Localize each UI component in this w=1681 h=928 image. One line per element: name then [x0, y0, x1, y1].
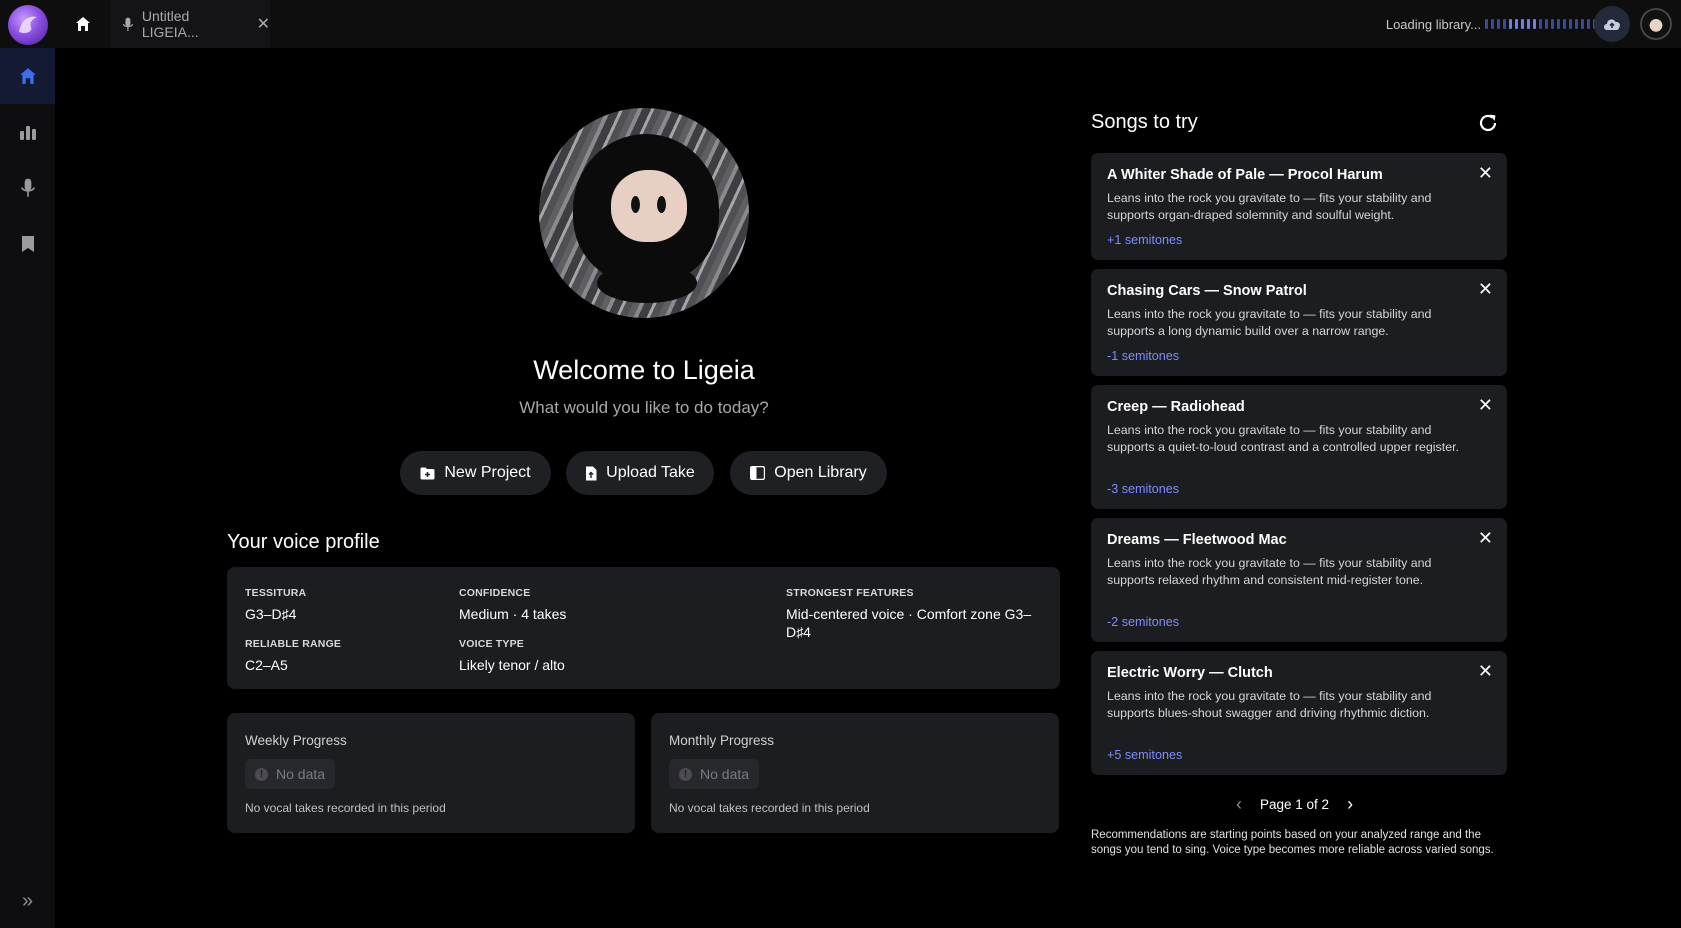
song-description: Leans into the rock you gravitate to — f…: [1107, 556, 1432, 587]
reliable-range-field: RELIABLE RANGE C2–A5: [245, 638, 342, 673]
open-library-label: Open Library: [774, 464, 867, 481]
song-title: A Whiter Shade of Pale — Procol Harum: [1107, 167, 1383, 183]
song-card[interactable]: Chasing Cars — Snow Patrol ✕ Leans into …: [1091, 269, 1507, 376]
strongest-features-field: STRONGEST FEATURES Mid-centered voice · …: [786, 587, 1032, 640]
song-card[interactable]: Dreams — Fleetwood Mac ✕ Leans into the …: [1091, 518, 1507, 642]
refresh-icon[interactable]: [1476, 111, 1500, 135]
song-description: Leans into the rock you gravitate to — f…: [1107, 689, 1432, 720]
welcome-subtitle: What would you like to do today?: [519, 398, 769, 417]
no-data-badge: ! No data: [669, 759, 760, 789]
voice-type-field: VOICE TYPE Likely tenor / alto: [459, 638, 565, 673]
song-description: Leans into the rock you gravitate to — f…: [1107, 307, 1432, 338]
dismiss-song-icon[interactable]: ✕: [1478, 661, 1493, 682]
page-indicator: Page 1 of 2: [1260, 797, 1330, 812]
file-upload-icon: [586, 466, 597, 480]
avatar-scarf: [597, 263, 697, 303]
upload-take-button[interactable]: Upload Take: [566, 451, 714, 495]
song-card[interactable]: A Whiter Shade of Pale — Procol Harum ✕ …: [1091, 153, 1507, 260]
close-tab-icon[interactable]: ✕: [257, 14, 270, 34]
bookmark-icon: [21, 236, 34, 252]
song-card[interactable]: Electric Worry — Clutch ✕ Leans into the…: [1091, 651, 1507, 775]
monthly-progress-card: Monthly Progress ! No data No vocal take…: [651, 713, 1059, 833]
home-tab[interactable]: [56, 0, 110, 48]
info-icon: !: [679, 767, 692, 781]
dismiss-song-icon[interactable]: ✕: [1478, 395, 1493, 416]
loading-status: Loading library...: [1385, 16, 1481, 32]
song-semitones[interactable]: -2 semitones: [1107, 615, 1179, 629]
sidebar-item-library[interactable]: [0, 216, 55, 272]
welcome-title: Welcome to Ligeia: [533, 355, 755, 385]
sidebar: »: [0, 48, 55, 928]
next-page-icon[interactable]: ›: [1347, 794, 1353, 815]
weekly-progress-note: No vocal takes recorded in this period: [245, 801, 446, 815]
no-data-badge: ! No data: [245, 759, 336, 789]
user-avatar[interactable]: [1640, 8, 1672, 40]
cloud-upload-icon: [1604, 19, 1620, 30]
folder-plus-icon: [420, 467, 435, 479]
song-semitones[interactable]: +1 semitones: [1107, 233, 1182, 247]
new-project-button[interactable]: New Project: [400, 451, 551, 495]
confidence-field: CONFIDENCE Medium · 4 takes: [459, 587, 567, 622]
tab-title: Untitled LIGEIA...: [141, 8, 199, 40]
song-semitones[interactable]: -3 semitones: [1107, 482, 1179, 496]
song-semitones[interactable]: +5 semitones: [1107, 748, 1182, 762]
home-icon: [76, 17, 90, 31]
ligeia-logo-icon: [19, 16, 37, 34]
open-library-button[interactable]: Open Library: [730, 451, 887, 495]
weekly-progress-title: Weekly Progress: [245, 733, 347, 748]
song-description: Leans into the rock you gravitate to — f…: [1107, 191, 1432, 222]
weekly-progress-card: Weekly Progress ! No data No vocal takes…: [227, 713, 635, 833]
monthly-progress-note: No vocal takes recorded in this period: [669, 801, 870, 815]
song-title: Dreams — Fleetwood Mac: [1107, 532, 1287, 548]
hero-avatar: [539, 108, 749, 318]
home-icon: [19, 68, 36, 84]
app-root: Untitled LIGEIA... ✕ Loading library...: [0, 0, 1681, 928]
info-icon: !: [255, 767, 268, 781]
previous-page-icon[interactable]: ‹: [1236, 794, 1242, 815]
pagination: ‹ Page 1 of 2 ›: [1236, 794, 1353, 815]
dismiss-song-icon[interactable]: ✕: [1478, 279, 1493, 300]
bar-chart-icon: [19, 126, 36, 140]
top-bar: Untitled LIGEIA... ✕ Loading library...: [0, 0, 1681, 48]
song-description: Leans into the rock you gravitate to — f…: [1107, 423, 1459, 454]
dismiss-song-icon[interactable]: ✕: [1478, 163, 1493, 184]
song-title: Electric Worry — Clutch: [1107, 665, 1273, 681]
monthly-progress-title: Monthly Progress: [669, 733, 775, 748]
sidebar-item-home[interactable]: [0, 48, 55, 104]
microphone-icon: [20, 178, 35, 197]
tab-untitled-project[interactable]: Untitled LIGEIA... ✕: [110, 0, 270, 48]
app-logo[interactable]: [8, 5, 48, 45]
tessitura-field: TESSITURA G3–D♯4: [245, 587, 307, 622]
song-title: Creep — Radiohead: [1107, 399, 1245, 415]
cloud-upload-button[interactable]: [1594, 6, 1630, 42]
songs-to-try-title: Songs to try: [1091, 111, 1198, 133]
expand-sidebar-icon[interactable]: »: [0, 886, 55, 916]
new-project-label: New Project: [444, 464, 531, 481]
upload-take-label: Upload Take: [606, 464, 695, 481]
recommendations-disclaimer: Recommendations are starting points base…: [1091, 829, 1494, 856]
dismiss-song-icon[interactable]: ✕: [1478, 528, 1493, 549]
song-semitones[interactable]: -1 semitones: [1107, 349, 1179, 363]
song-title: Chasing Cars — Snow Patrol: [1107, 283, 1307, 299]
sidebar-item-analytics[interactable]: [0, 104, 55, 160]
voice-profile-card: TESSITURA G3–D♯4 CONFIDENCE Medium · 4 t…: [227, 567, 1060, 689]
microphone-icon: [122, 17, 133, 31]
sidebar-item-recording[interactable]: [0, 160, 55, 216]
voice-profile-title: Your voice profile: [227, 531, 380, 553]
library-icon: [750, 466, 766, 480]
song-card[interactable]: Creep — Radiohead ✕ Leans into the rock …: [1091, 385, 1507, 509]
avatar-face: [611, 170, 687, 242]
